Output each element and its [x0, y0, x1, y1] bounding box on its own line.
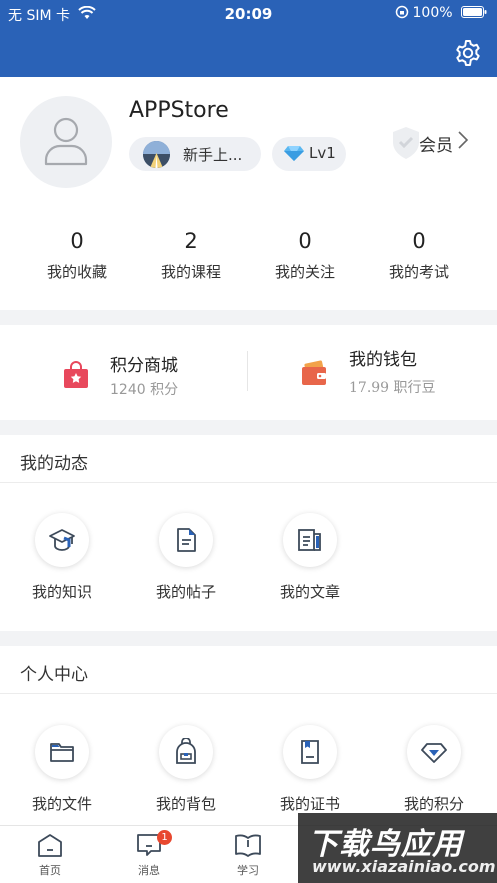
member-label: 会员	[419, 136, 453, 156]
wallet-sub: 17.99 职行豆	[349, 380, 436, 396]
document-icon	[177, 528, 196, 552]
folder-icon	[50, 743, 74, 762]
wallet-item[interactable]: 我的钱包 17.99 职行豆	[248, 325, 497, 420]
tab-messages[interactable]: 消息 1	[119, 830, 179, 878]
watermark: 下载鸟应用 www.xiazainiao.com	[298, 813, 497, 883]
tab-home[interactable]: 首页	[20, 832, 80, 878]
grid-item-label: 我的证书	[279, 795, 340, 813]
section-title: 我的动态	[20, 454, 88, 474]
level-title-text: 新手上...	[183, 146, 243, 164]
avatar[interactable]	[20, 96, 112, 188]
tab-label: 首页	[39, 864, 61, 877]
lv-pill[interactable]: Lv1	[272, 137, 346, 171]
divider	[0, 482, 497, 483]
stat-following[interactable]: 0 我的关注	[248, 227, 362, 282]
grid-item-label: 我的文件	[31, 795, 92, 813]
stat-value: 2	[184, 229, 198, 253]
graduation-cap-icon	[49, 529, 75, 551]
divider	[0, 693, 497, 694]
stat-favorites[interactable]: 0 我的收藏	[20, 227, 134, 282]
certificate-icon	[301, 740, 319, 764]
tab-study[interactable]: 学习	[218, 832, 278, 878]
member-shield-icon	[389, 125, 423, 166]
grid-item-posts[interactable]: 我的帖子	[124, 513, 248, 602]
gem-icon	[284, 145, 304, 166]
wallet-icon	[300, 359, 328, 391]
grid-item-points[interactable]: 我的积分	[372, 725, 496, 814]
grid-item-knowledge[interactable]: 我的知识	[0, 513, 124, 602]
username: APPStore	[129, 98, 229, 123]
battery-indicator: 100%	[395, 5, 487, 21]
lv-text: Lv1	[309, 144, 336, 162]
points-mall-title: 积分商城	[110, 356, 178, 376]
section-title: 个人中心	[20, 665, 88, 685]
home-icon	[38, 834, 62, 857]
tab-label: 学习	[237, 864, 259, 877]
points-wallet-card: 积分商城 1240 积分 我的钱包 17.99 职行豆	[0, 325, 497, 420]
shopping-bag-icon	[62, 361, 90, 393]
rotation-lock-icon	[395, 5, 408, 19]
stat-value: 0	[412, 229, 426, 253]
stat-label: 我的收藏	[46, 263, 107, 281]
member-link[interactable]: 会员	[393, 125, 479, 159]
points-mall-item[interactable]: 积分商城 1240 积分	[0, 325, 247, 420]
stat-label: 我的关注	[274, 263, 335, 281]
diamond-icon	[421, 743, 447, 763]
header-bar	[0, 28, 497, 77]
grid-item-certificate[interactable]: 我的证书	[248, 725, 372, 814]
settings-gear-icon[interactable]	[453, 38, 483, 68]
grid-item-label: 我的文章	[279, 583, 340, 601]
backpack-icon	[176, 738, 196, 764]
stat-courses[interactable]: 2 我的课程	[134, 227, 248, 282]
grid-item-label: 我的知识	[31, 583, 92, 601]
book-icon	[235, 834, 261, 857]
grid-item-files[interactable]: 我的文件	[0, 725, 124, 814]
grid-item-label: 我的积分	[403, 795, 464, 813]
tab-label: 消息	[138, 864, 160, 877]
stat-value: 0	[298, 229, 312, 253]
grid-item-articles[interactable]: 我的文章	[248, 513, 372, 602]
stat-label: 我的考试	[388, 263, 449, 281]
dynamics-section: 我的动态 我的知识 我的帖子 我的文章	[0, 435, 497, 631]
stats-row: 0 我的收藏 2 我的课程 0 我的关注 0 我的考试	[0, 227, 497, 287]
user-placeholder-icon	[44, 117, 88, 166]
wallet-title: 我的钱包	[349, 350, 417, 370]
grid-item-label: 我的背包	[155, 795, 216, 813]
chevron-right-icon	[457, 130, 469, 155]
level-badge-icon	[143, 141, 170, 168]
level-title-pill[interactable]: 新手上...	[129, 137, 261, 171]
points-mall-sub: 1240 积分	[110, 382, 179, 398]
stat-exams[interactable]: 0 我的考试	[362, 227, 476, 282]
battery-percent: 100%	[412, 5, 453, 21]
grid-item-label: 我的帖子	[155, 583, 216, 601]
profile-card: APPStore 新手上... Lv1 会员 0 我的收藏 2 我的课程 0 我…	[0, 77, 497, 310]
status-bar: 无 SIM 卡 20:09 100%	[0, 0, 497, 28]
grid-item-backpack[interactable]: 我的背包	[124, 725, 248, 814]
watermark-url: www.xiazainiao.com	[312, 857, 496, 876]
article-icon	[298, 529, 321, 551]
unread-badge: 1	[157, 830, 172, 845]
stat-label: 我的课程	[160, 263, 221, 281]
battery-icon	[461, 6, 487, 18]
personal-center-section: 个人中心 我的文件 我的背包 我的证书 我的积分	[0, 646, 497, 825]
stat-value: 0	[70, 229, 84, 253]
